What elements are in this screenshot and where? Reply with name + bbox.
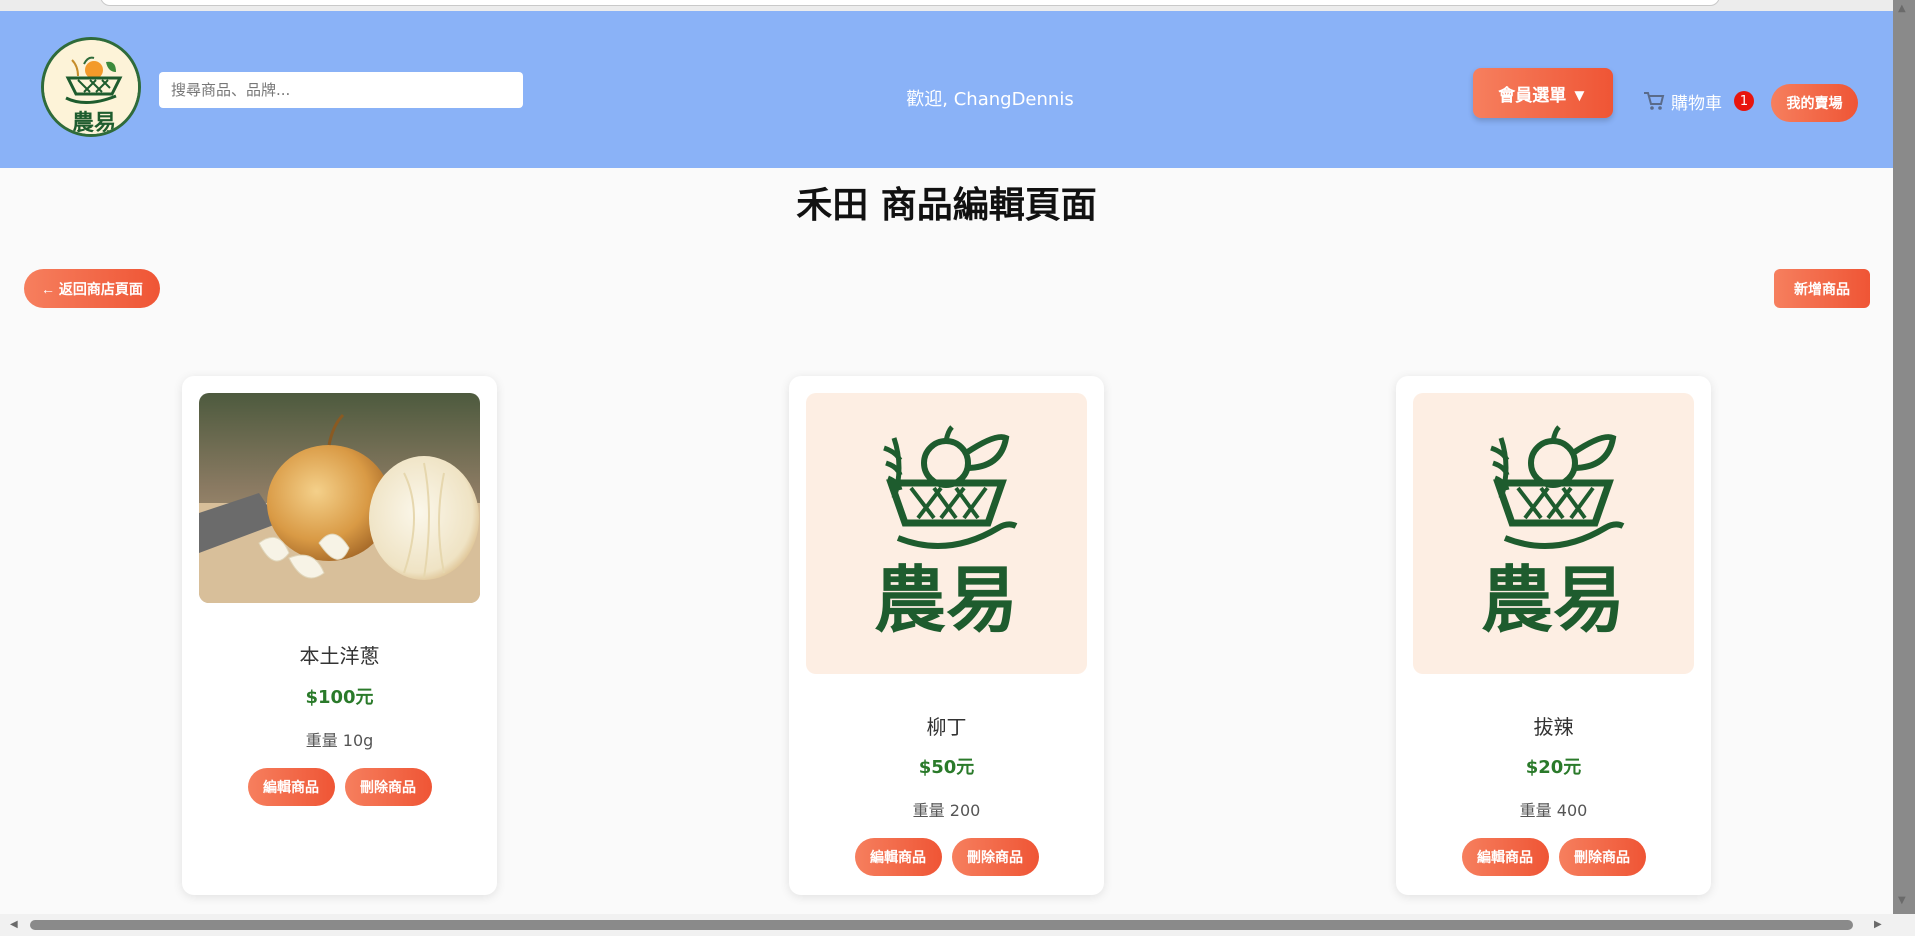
product-card: 農易 拔辣 $20元 重量 400 編輯商品 刪除商品 bbox=[1396, 376, 1711, 895]
product-actions: 編輯商品 刪除商品 bbox=[789, 838, 1104, 876]
basket-logo-icon: 農易 bbox=[44, 40, 138, 136]
product-card: 本土洋蔥 $100元 重量 10g 編輯商品 刪除商品 bbox=[182, 376, 497, 895]
cart-label: 購物車 bbox=[1671, 93, 1722, 114]
welcome-text: 歡迎, ChangDennis bbox=[906, 89, 1074, 110]
search-input[interactable] bbox=[159, 72, 523, 108]
scroll-left-icon[interactable]: ◀ bbox=[10, 920, 18, 930]
product-price: $20元 bbox=[1525, 757, 1582, 778]
product-image bbox=[199, 393, 480, 603]
scrollbar-corner bbox=[1893, 914, 1915, 936]
product-weight: 重量 10g bbox=[305, 731, 374, 750]
member-menu-button[interactable]: 會員選單 ▼ bbox=[1473, 68, 1613, 118]
delete-product-button[interactable]: 刪除商品 bbox=[344, 768, 432, 806]
cart-count-badge: 1 bbox=[1734, 91, 1754, 111]
cart-icon bbox=[1644, 92, 1665, 110]
product-actions: 編輯商品 刪除商品 bbox=[1396, 838, 1711, 876]
onion-photo-icon bbox=[199, 393, 480, 603]
edit-product-button[interactable]: 編輯商品 bbox=[1461, 838, 1549, 876]
basket-logo-icon: 農易 bbox=[1481, 425, 1625, 642]
scroll-down-icon[interactable]: ▼ bbox=[1898, 896, 1906, 906]
cart-link[interactable]: 購物車 1 bbox=[1643, 89, 1754, 114]
horizontal-scrollbar[interactable] bbox=[0, 914, 1893, 936]
product-image: 農易 bbox=[1413, 393, 1694, 674]
site-header: 農易 歡迎, ChangDennis 會員選單 ▼ 購物車 1 我的賣場 bbox=[0, 11, 1893, 168]
add-product-button[interactable]: 新增商品 bbox=[1774, 269, 1870, 308]
product-weight: 重量 200 bbox=[912, 801, 981, 820]
edit-product-button[interactable]: 編輯商品 bbox=[247, 768, 335, 806]
product-image: 農易 bbox=[806, 393, 1087, 674]
basket-logo-icon: 農易 bbox=[874, 425, 1018, 642]
svg-text:農易: 農易 bbox=[1481, 558, 1625, 642]
product-name: 本土洋蔥 bbox=[299, 644, 380, 668]
edit-product-button[interactable]: 編輯商品 bbox=[854, 838, 942, 876]
product-weight: 重量 400 bbox=[1519, 801, 1588, 820]
back-to-store-button[interactable]: ← 返回商店頁面 bbox=[24, 269, 160, 308]
vertical-scrollbar-thumb[interactable] bbox=[1893, 0, 1915, 936]
product-actions: 編輯商品 刪除商品 bbox=[182, 768, 497, 806]
svg-text:農易: 農易 bbox=[72, 111, 116, 136]
address-bar[interactable] bbox=[100, 0, 1720, 6]
page-viewport: 農易 歡迎, ChangDennis 會員選單 ▼ 購物車 1 我的賣場 禾田 … bbox=[0, 0, 1915, 936]
browser-top-strip bbox=[0, 0, 1893, 11]
site-logo[interactable]: 農易 bbox=[41, 37, 141, 137]
product-name: 柳丁 bbox=[926, 715, 967, 739]
delete-product-button[interactable]: 刪除商品 bbox=[951, 838, 1039, 876]
horizontal-scrollbar-thumb[interactable] bbox=[30, 920, 1853, 930]
back-to-store-label: ← 返回商店頁面 bbox=[41, 280, 143, 297]
product-price: $50元 bbox=[918, 757, 975, 778]
member-menu-label: 會員選單 ▼ bbox=[1498, 85, 1588, 105]
product-name: 拔辣 bbox=[1533, 715, 1574, 739]
my-farm-label: 我的賣場 bbox=[1786, 95, 1843, 111]
add-product-label: 新增商品 bbox=[1794, 280, 1850, 297]
delete-product-button[interactable]: 刪除商品 bbox=[1558, 838, 1646, 876]
scroll-up-icon[interactable]: ▲ bbox=[1898, 4, 1906, 14]
product-price: $100元 bbox=[305, 687, 374, 708]
scroll-right-icon[interactable]: ▶ bbox=[1874, 920, 1882, 930]
product-card: 農易 柳丁 $50元 重量 200 編輯商品 刪除商品 bbox=[789, 376, 1104, 895]
svg-text:農易: 農易 bbox=[874, 558, 1018, 642]
my-farm-button[interactable]: 我的賣場 bbox=[1771, 84, 1858, 122]
page-title: 禾田 商品編輯頁面 bbox=[796, 185, 1097, 226]
